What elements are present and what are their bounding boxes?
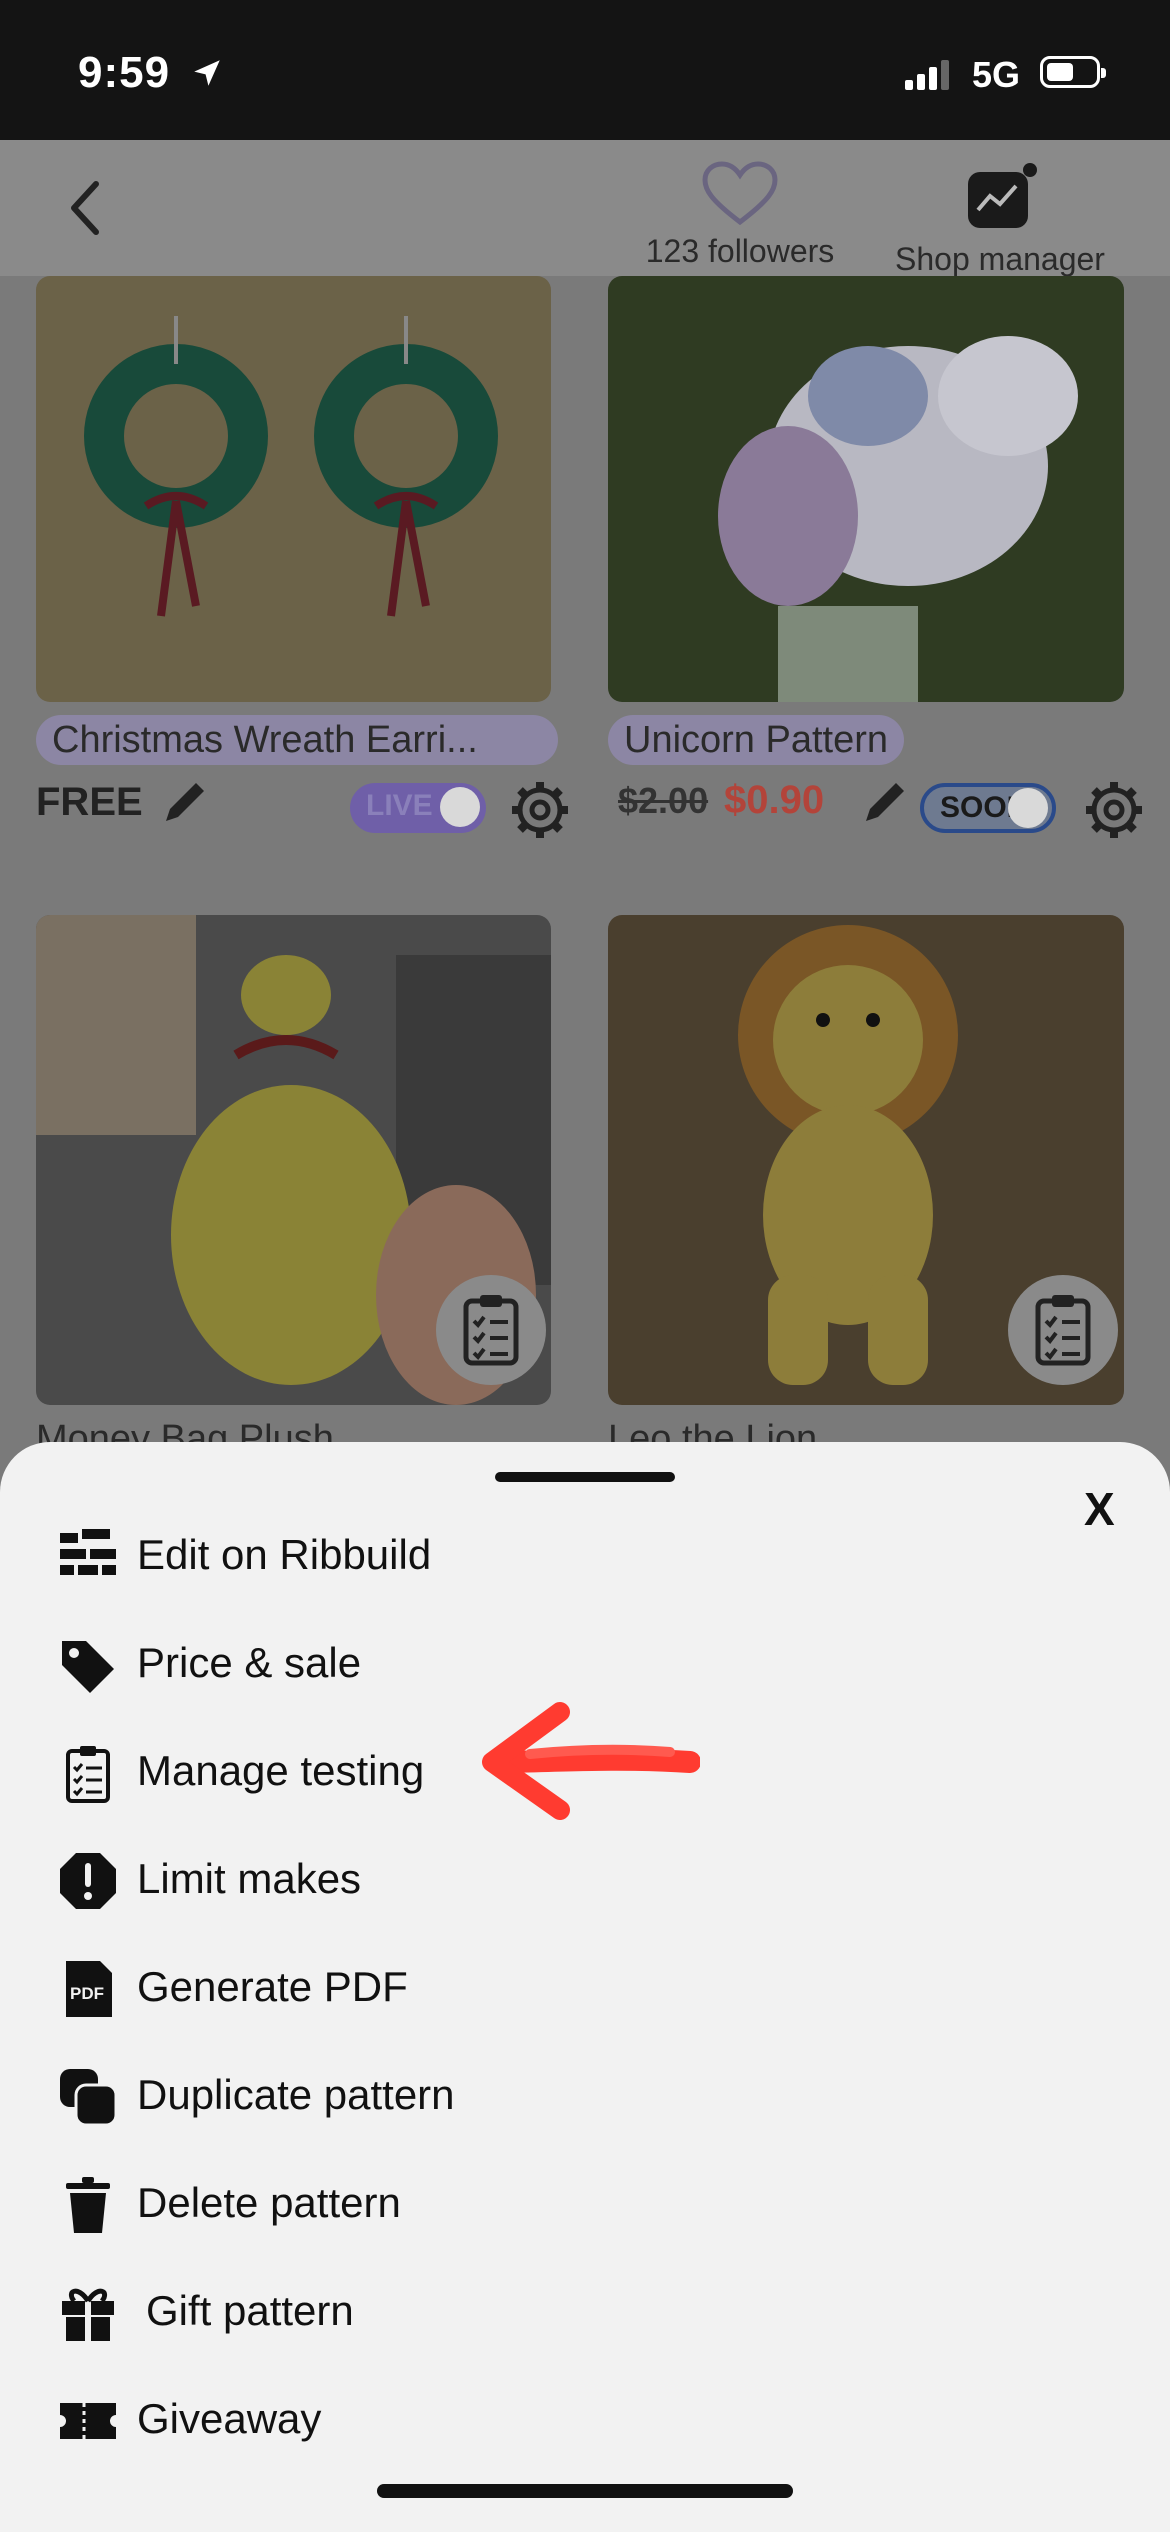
edit-pencil-icon[interactable] [160,775,212,827]
gear-icon[interactable] [1082,778,1146,842]
product-image-unicorn[interactable] [608,276,1124,702]
clipboard-checklist-icon [463,1295,519,1366]
pdf-icon: PDF [66,1961,112,2017]
menu-item-label: Edit on Ribbuild [137,1531,432,1578]
menu-item-price-sale[interactable]: Price & sale [52,1623,752,1703]
menu-item-label: Price & sale [137,1639,362,1686]
product-price-free: FREE [36,780,143,824]
shop-manager-label: Shop manager [895,241,1105,277]
menu-item-duplicate-pattern[interactable]: Duplicate pattern [52,2055,752,2135]
menu-item-delete-pattern[interactable]: Delete pattern [52,2163,752,2243]
menu-item-giveaway[interactable]: Giveaway [52,2379,752,2459]
edit-pencil-icon[interactable] [860,775,912,827]
ticket-icon [60,2403,116,2439]
heart-icon [702,161,778,226]
product-title: Christmas Wreath Earri... [36,715,558,765]
annotation-arrow-icon [482,1702,700,1820]
menu-item-edit-on-ribbuild[interactable]: Edit on Ribbuild [52,1515,752,1595]
live-toggle[interactable]: LIVE [350,783,486,833]
menu-item-gift-pattern[interactable]: Gift pattern [52,2271,752,2351]
menu-item-label: Giveaway [137,2395,322,2442]
menu-item-generate-pdf[interactable]: PDF Generate PDF [52,1947,752,2027]
gift-icon [62,2288,114,2341]
testing-badge [1008,1275,1118,1385]
svg-text:PDF: PDF [70,1984,104,2003]
sheet-drag-handle[interactable] [495,1472,675,1482]
menu-item-label: Duplicate pattern [137,2071,455,2118]
testing-badge [436,1275,546,1385]
unicorn-image [608,276,1124,702]
status-bar: 9:59 5G [0,0,1170,140]
price-tag-icon [62,1641,114,1693]
product-image-wreath-earrings[interactable] [36,276,551,702]
ribbuild-icon [60,1529,116,1575]
product-image-money-bag[interactable] [36,915,551,1405]
chevron-left-icon[interactable] [62,178,112,238]
battery-icon [1040,56,1106,88]
clipboard-checklist-icon [66,1746,110,1803]
status-time: 9:59 [78,48,171,97]
clipboard-checklist-icon [1035,1295,1091,1366]
followers-button[interactable]: 123 followers [620,160,860,270]
menu-item-label: Manage testing [137,1747,425,1794]
menu-item-label: Gift pattern [146,2287,354,2334]
trash-icon [66,2177,110,2233]
menu-item-label: Delete pattern [137,2179,401,2226]
exclamation-octagon-icon [60,1853,116,1909]
product-old-price: $2.00 [618,780,709,821]
menu-item-label: Generate PDF [137,1963,408,2010]
duplicate-icon [60,2069,118,2127]
wreath-earrings-image [36,276,551,702]
network-type: 5G [972,54,1021,95]
shop-manager-button[interactable]: Shop manager [880,160,1120,278]
toggle-label-live: LIVE [366,789,433,822]
menu-item-limit-makes[interactable]: Limit makes [52,1839,752,1919]
product-sale-price: $0.90 [724,778,825,822]
product-image-lion[interactable] [608,915,1124,1405]
followers-label: 123 followers [645,233,835,269]
gear-icon[interactable] [508,778,572,842]
home-indicator[interactable] [377,2484,793,2498]
location-arrow-icon [194,60,220,86]
soon-toggle[interactable]: SOON [920,783,1056,833]
product-title: Unicorn Pattern [608,715,905,765]
cellular-signal-icon [905,60,949,90]
shop-manager-icon [968,163,1037,228]
close-button[interactable]: X [1084,1482,1115,1536]
menu-item-label: Limit makes [137,1855,362,1902]
